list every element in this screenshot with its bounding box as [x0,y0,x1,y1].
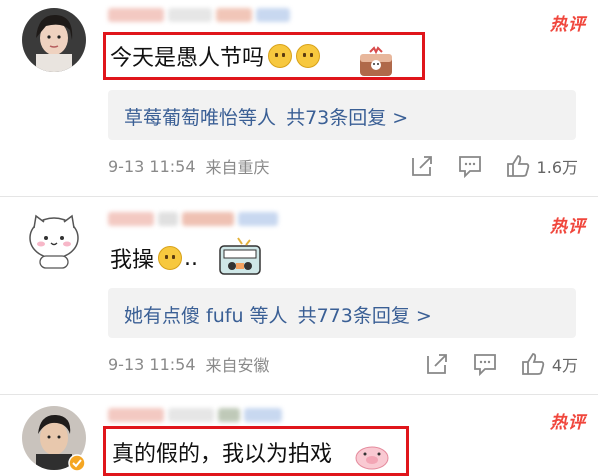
comment-item: 热评 真的假的，我以为拍戏 [0,394,598,476]
user-avatar[interactable] [22,8,86,72]
share-icon[interactable] [409,153,435,179]
like-count: 4万 [551,356,578,375]
like-thumb-icon[interactable] [520,351,546,377]
comment-time: 9-13 11:54 [108,156,196,176]
comment-meta: 9-13 11:54 来自重庆 1.6万 [108,152,578,180]
replies-names[interactable]: 草莓葡萄唯怡等人 [124,107,276,129]
username-redacted[interactable] [108,6,308,24]
comment-text-label: 真的假的，我以为拍戏 [112,442,333,467]
comment-text-suffix: .. [184,245,199,271]
comment-text: 今天是愚人节吗 [110,42,321,71]
hot-comment-badge: 热评 [550,217,586,237]
like-count: 1.6万 [536,158,578,177]
comment-meta: 9-13 11:54 来自安徽 4万 [108,350,578,378]
woman-avatar-icon [22,8,86,72]
radio-sticker-icon [219,237,261,275]
smile-emoji-icon [158,246,183,270]
username-redacted[interactable] [108,210,308,228]
comment-location: 来自安徽 [205,356,270,375]
gift-box-sticker-icon [360,46,392,76]
comment-icon[interactable] [457,153,483,179]
comment-icon[interactable] [472,351,498,377]
comment-text-label: 今天是愚人节吗 [110,46,265,71]
grin-emoji-icon [268,44,293,68]
share-icon[interactable] [424,351,450,377]
replies-summary[interactable]: 草莓葡萄唯怡等人 共73条回复 > [108,90,576,140]
like-thumb-icon[interactable] [505,153,531,179]
hot-comment-badge: 热评 [550,413,586,433]
comment-time: 9-13 11:54 [108,354,196,374]
comment-text-label: 我操 [110,248,155,273]
replies-names[interactable]: 她有点傻 fufu 等人 [124,305,288,327]
comment-item: 热评 我操 .. 她有点傻 fufu 等人 共773条回复 > 9-13 11:… [0,196,598,394]
user-avatar[interactable] [22,208,86,272]
comment-text: 真的假的，我以为拍戏 [112,438,333,467]
verified-badge-icon [68,454,86,472]
replies-count-link[interactable]: 共73条回复 > [286,107,408,129]
comment-location: 来自重庆 [205,158,270,177]
grin-emoji-icon [296,44,321,68]
replies-count-link[interactable]: 共773条回复 > [298,305,432,327]
comment-item: 热评 今天是愚人节吗 草莓葡萄唯怡等人 共73条回复 > 9-13 11:54 … [0,0,598,196]
replies-summary[interactable]: 她有点傻 fufu 等人 共773条回复 > [108,288,576,338]
hot-comment-badge: 热评 [550,15,586,35]
username-redacted[interactable] [108,406,308,424]
cute-cat-avatar-icon [22,208,86,272]
comment-text: 我操 .. [110,244,199,274]
pig-sticker-icon [355,446,389,470]
